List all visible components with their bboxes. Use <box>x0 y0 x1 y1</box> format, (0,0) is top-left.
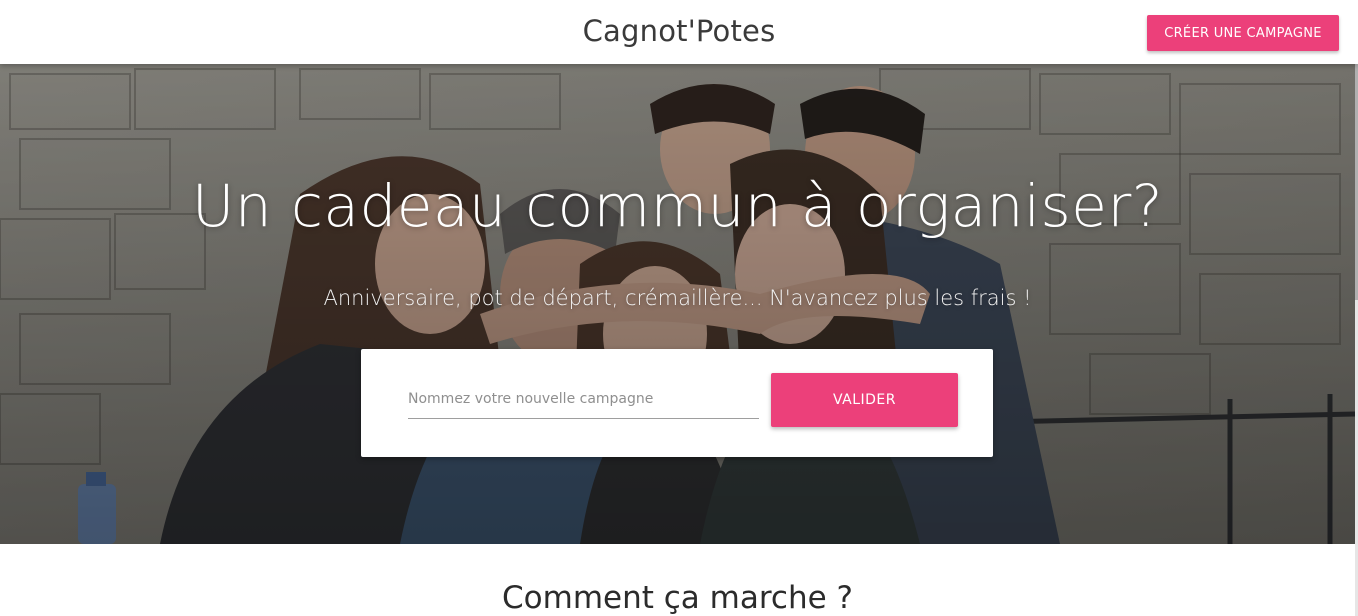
hero-subtitle: Anniversaire, pot de départ, crémaillère… <box>323 286 1032 310</box>
page: Cagnot'Potes CRÉER UNE CAMPAGNE Un cadea… <box>0 0 1358 616</box>
campaign-name-input[interactable] <box>408 379 759 419</box>
hero-section: Un cadeau commun à organiser? Anniversai… <box>0 64 1355 544</box>
new-campaign-form: VALIDER <box>361 349 993 457</box>
validate-button[interactable]: VALIDER <box>771 373 958 427</box>
how-it-works-title: Comment ça marche ? <box>502 580 853 616</box>
hero-title: Un cadeau commun à organiser? <box>191 172 1164 240</box>
top-navbar: Cagnot'Potes CRÉER UNE CAMPAGNE <box>0 0 1358 64</box>
create-campaign-button[interactable]: CRÉER UNE CAMPAGNE <box>1147 15 1339 51</box>
